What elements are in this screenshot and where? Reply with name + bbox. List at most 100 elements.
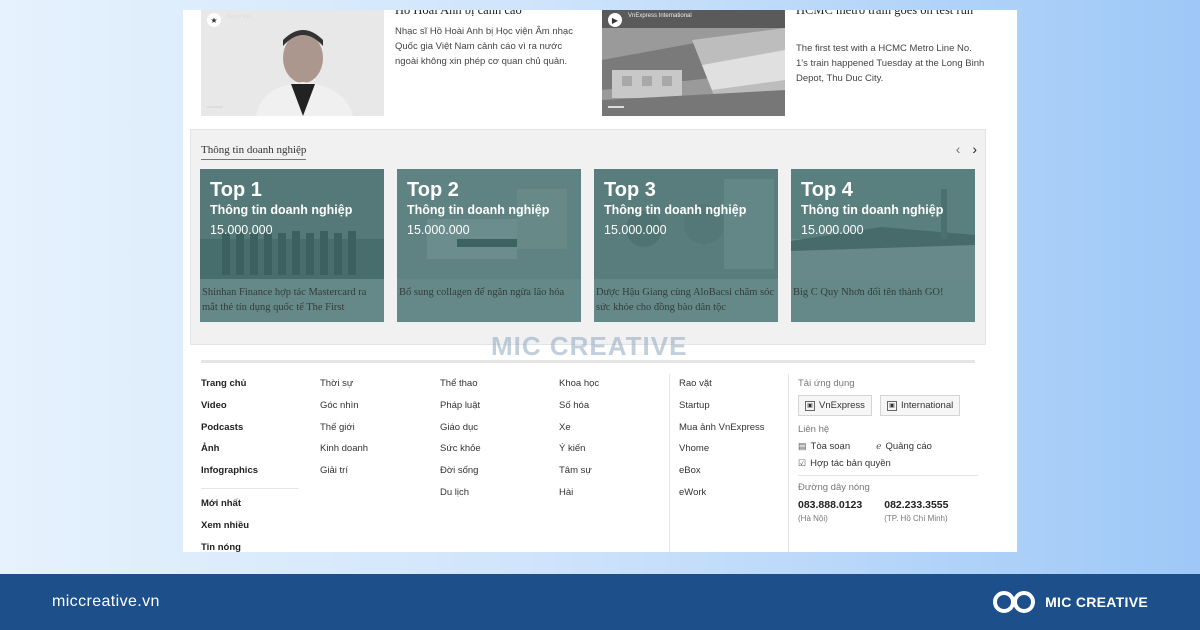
card-label: Thông tin doanh nghiệp [604,203,747,217]
footer-link[interactable]: Sức khỏe [440,443,481,465]
footer-link[interactable]: Đời sống [440,465,481,487]
business-card[interactable]: Top 1 Thông tin doanh nghiệp 15.000.000 … [200,169,384,322]
footer-link[interactable]: Thế giới [320,422,368,444]
hotline-hcm[interactable]: 082.233.3555 (TP. Hồ Chí Minh) [884,499,948,523]
section-title[interactable]: Thông tin doanh nghiệp [201,144,307,160]
play-icon: ▶ [608,13,622,27]
top-articles: ★ Người Việt Hồ Hoài Anh bị cảnh cáo Nhạ… [201,10,999,120]
chevron-left-icon[interactable]: ‹ [956,141,961,157]
footer-divider [798,475,978,476]
thumbnail-caption: VnExpress International [628,13,692,19]
footer-link[interactable]: Tin nóng [201,542,249,552]
contact-item-label: Quảng cáo [885,441,932,452]
app-international-button[interactable]: ▣ International [879,395,961,416]
card-label: Thông tin doanh nghiệp [210,203,353,217]
thumbnail-progress [608,106,624,108]
footer-link[interactable]: Rao vặt [679,378,765,400]
footer-app-contact: Tải ứng dụng ▣ VnExpress ▣ International… [798,378,978,523]
footer-link[interactable]: Xe [559,422,599,444]
business-card[interactable]: Top 2 Thông tin doanh nghiệp 15.000.000 … [397,169,581,322]
footer-divider [669,374,670,552]
card-price: 15.000.000 [604,223,667,237]
article-card[interactable]: ★ Người Việt Hồ Hoài Anh bị cảnh cáo Nhạ… [201,10,591,116]
footer-link[interactable]: Mới nhất [201,498,249,520]
footer-link[interactable]: Thời sự [320,378,368,400]
article-description: The first test with a HCMC Metro Line No… [796,43,985,84]
article-title[interactable]: Hồ Hoài Anh bị cảnh cáo [395,10,585,18]
contact-item-label: Tòa soạn [810,441,851,452]
card-caption[interactable]: Big C Quy Nhơn đổi tên thành GO! [791,279,975,322]
card-rank: Top 4 [801,179,853,201]
footer-link[interactable]: Video [201,400,258,422]
footer-link[interactable]: Giáo dục [440,422,481,444]
hotline-number: 083.888.0123 [798,499,863,511]
contact-label: Liên hệ [798,424,830,435]
brand-name: MIC CREATIVE [1045,594,1148,610]
business-info-section: Thông tin doanh nghiệp ‹ › Top 1 Thông t… [190,129,986,345]
footer-link[interactable]: Giải trí [320,465,368,487]
contact-item-label: Hợp tác bản quyền [810,458,891,469]
footer-link[interactable]: Ảnh [201,443,258,465]
footer-link[interactable]: Infographics [201,465,258,487]
article-title[interactable]: HCMC metro train goes on test run [796,10,986,18]
star-icon: ★ [207,13,221,27]
article-description: Nhạc sĩ Hồ Hoài Anh bị Học viện Âm nhạc … [395,26,573,67]
footer-divider [788,374,789,552]
ads-icon: ℯ [876,441,882,451]
hotlines: 083.888.0123 (Hà Nội) 082.233.3555 (TP. … [798,499,978,523]
article-card[interactable]: ▶ VnExpress International HCMC metro tra… [602,10,999,116]
footer-link[interactable]: Startup [679,400,765,422]
footer-link[interactable]: Mua ảnh VnExpress [679,422,765,444]
app-icon: ▣ [805,400,815,411]
card-label: Thông tin doanh nghiệp [407,203,550,217]
app-download-label: Tải ứng dụng [798,378,855,389]
business-card[interactable]: Top 3 Thông tin doanh nghiệp 15.000.000 … [594,169,778,322]
contact-newsroom-link[interactable]: ▤ Tòa soạn [798,441,850,452]
chevron-right-icon[interactable]: › [972,141,977,157]
footer-link[interactable]: Xem nhiều [201,520,249,542]
mail-icon: ▤ [798,441,807,451]
footer-link[interactable]: Vhome [679,443,765,465]
footer-link[interactable]: Kinh doanh [320,443,368,465]
footer-link[interactable]: Khoa học [559,378,599,400]
card-rank: Top 2 [407,179,459,201]
card-rank: Top 1 [210,179,262,201]
footer-link[interactable]: Pháp luật [440,400,481,422]
contact-links: ▤ Tòa soạn ℯ Quảng cáo ☑ Hợp tác bản quy… [798,441,978,469]
hotline-hanoi[interactable]: 083.888.0123 (Hà Nội) [798,499,862,523]
footer-link[interactable]: Ý kiến [559,443,599,465]
footer-link[interactable]: Số hóa [559,400,599,422]
article-thumbnail[interactable]: ▶ VnExpress International [602,10,785,116]
footer-link[interactable]: eWork [679,487,765,509]
thumbnail-progress [207,106,223,108]
footer-link[interactable]: Trang chủ [201,378,258,400]
footer-link[interactable]: Du lịch [440,487,481,509]
footer-divider [201,488,299,489]
thumbnail-caption: Người Việt [227,14,252,20]
footer-link[interactable]: Góc nhìn [320,400,368,422]
app-vnexpress-button[interactable]: ▣ VnExpress [798,395,872,416]
footer-link[interactable]: Hài [559,487,599,509]
app-button-label: International [900,400,954,411]
card-caption[interactable]: Shinhan Finance hợp tác Mastercard ra mắ… [200,279,384,322]
carousel-nav: ‹ › [948,141,977,157]
card-caption[interactable]: Dược Hậu Giang cùng AloBacsi chăm sóc sứ… [594,279,778,322]
card-rank: Top 3 [604,179,656,201]
contact-copyright-link[interactable]: ☑ Hợp tác bản quyền [798,458,891,469]
site-url[interactable]: miccreative.vn [52,593,160,611]
card-price: 15.000.000 [407,223,470,237]
footer-link[interactable]: eBox [679,465,765,487]
card-caption[interactable]: Bổ sung collagen để ngăn ngừa lão hóa [397,279,581,322]
footer-col-3: Thể thao Pháp luật Giáo dục Sức khỏe Đời… [440,378,481,509]
hotline-label: Đường dây nóng [798,482,870,493]
hotline-city: (TP. Hồ Chí Minh) [884,514,948,523]
article-thumbnail[interactable]: ★ Người Việt [201,10,384,116]
contact-ads-link[interactable]: ℯ Quảng cáo [876,441,932,452]
footer-link[interactable]: Tâm sự [559,465,599,487]
hotline-number: 082.233.3555 [884,499,949,511]
business-card[interactable]: Top 4 Thông tin doanh nghiệp 15.000.000 … [791,169,975,322]
footer-link[interactable]: Podcasts [201,422,258,444]
footer-link[interactable]: Thể thao [440,378,481,400]
brand-logo-icon [993,591,1036,613]
footer-separator [201,360,975,363]
